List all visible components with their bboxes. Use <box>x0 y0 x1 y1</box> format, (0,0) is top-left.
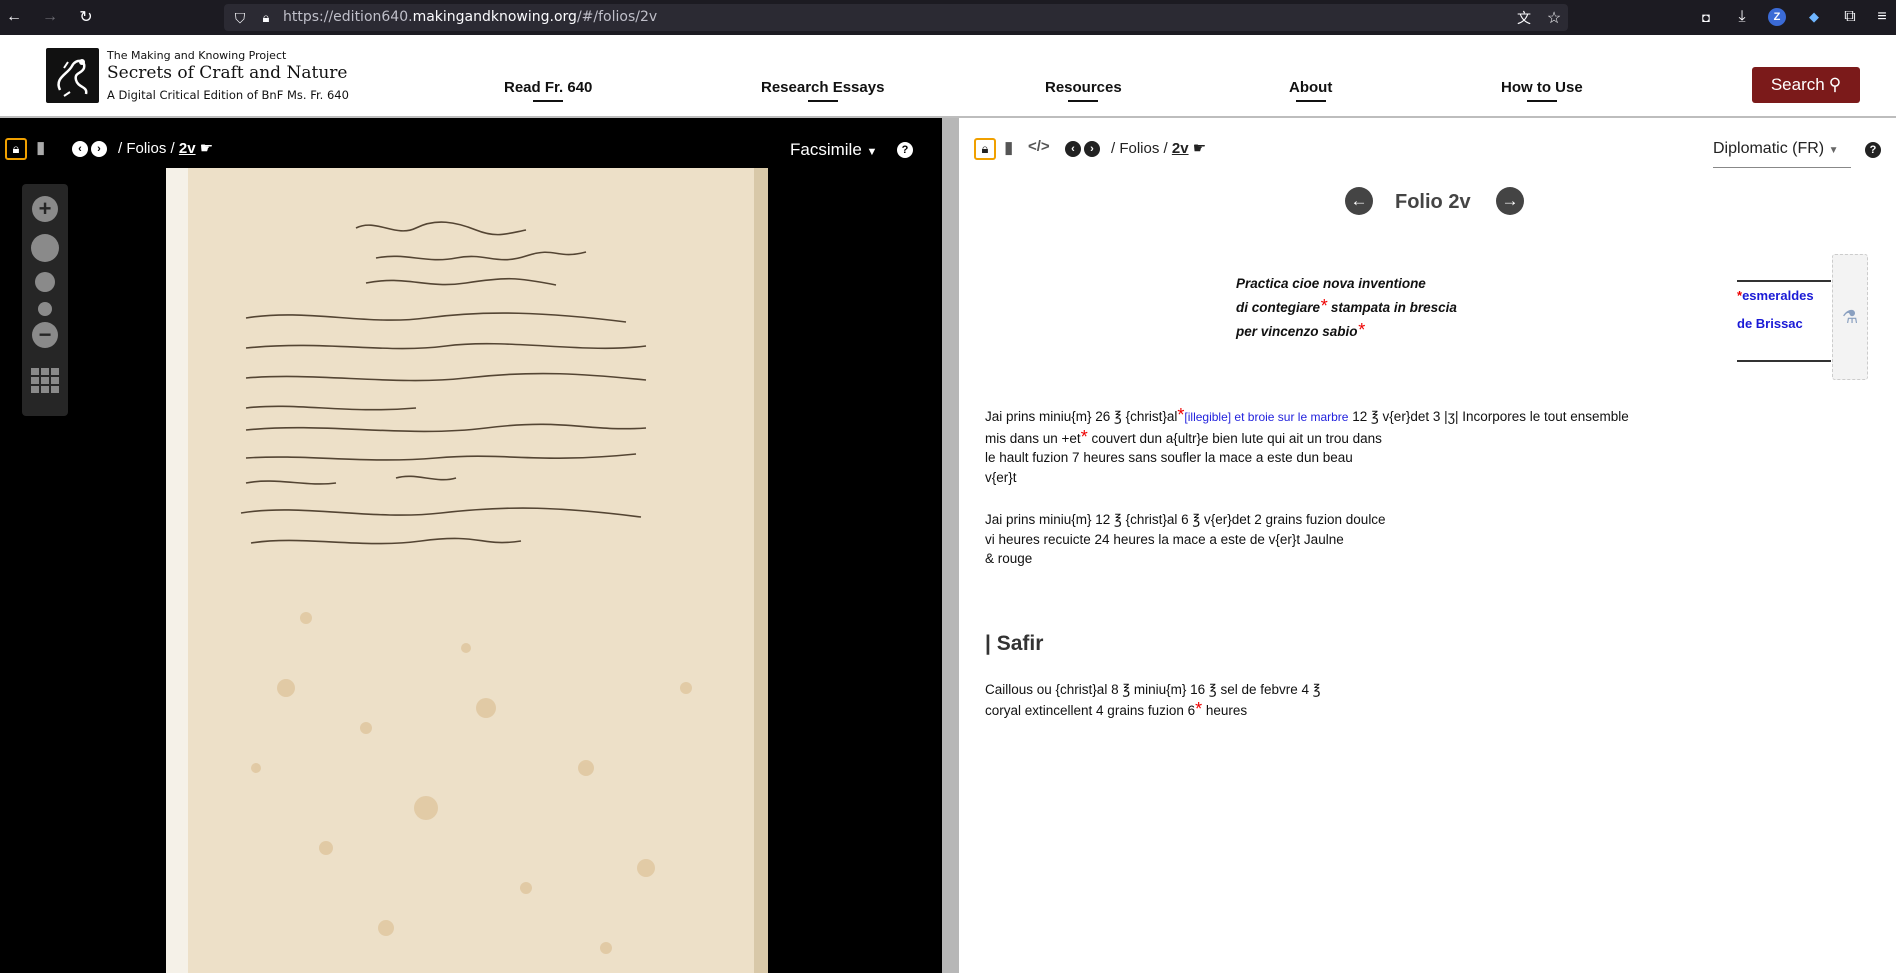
lab-flask-panel[interactable]: ⚗ <box>1832 254 1868 380</box>
folio-heading: Practica cioe nova inventione di contegi… <box>1236 272 1457 343</box>
paragraph-1-line-3: le hault fuzion 7 heures sans soufler la… <box>985 450 1353 465</box>
zoom-level-small[interactable] <box>38 302 52 316</box>
margin-note-line-1[interactable]: *esmeraldes <box>1737 282 1831 310</box>
annotation-asterisk[interactable]: * <box>1320 296 1327 316</box>
nav-read[interactable]: Read Fr. 640 <box>504 79 592 96</box>
chevron-down-icon: ▼ <box>866 146 878 158</box>
prev-folio-icon[interactable]: ‹ <box>1065 141 1081 157</box>
zoom-in-icon[interactable]: + <box>32 196 58 222</box>
book-icon[interactable]: ▮ <box>1004 138 1013 158</box>
search-button[interactable]: Search ⚲ <box>1752 67 1860 103</box>
heading-line-2: di contegiare* stampata in brescia <box>1236 296 1457 316</box>
prev-folio-arrow-icon[interactable]: ← <box>1345 187 1373 215</box>
zoom-level-large[interactable] <box>31 234 59 262</box>
gem-extension-icon[interactable]: ◆ <box>1804 7 1824 27</box>
back-icon[interactable]: ← <box>4 7 24 27</box>
lock-toggle-icon[interactable]: 🔒︎ <box>974 138 996 160</box>
grid-view-icon[interactable] <box>31 368 59 394</box>
folio-current[interactable]: 2v <box>1172 140 1189 157</box>
folio-title: Folio 2v <box>1395 191 1471 213</box>
paragraph-3-line-1: Caillous ou {christ}al 8 ℥ miniu{m} 16 ℥… <box>985 682 1321 697</box>
margin-note-line-2[interactable]: de Brissac <box>1737 310 1831 338</box>
menu-icon[interactable]: ≡ <box>1872 7 1892 27</box>
paragraph-2: Jai prins miniu{m} 12 ℥ {christ}al 6 ℥ v… <box>985 510 1386 569</box>
shield-icon[interactable]: ⛉ <box>230 8 250 28</box>
paragraph-1-line-1: Jai prins miniu{m} 26 ℥ {christ}al*[ille… <box>985 405 1629 425</box>
next-folio-arrow-icon[interactable]: → <box>1496 187 1524 215</box>
dragon-logo-icon[interactable] <box>46 48 99 103</box>
nav-research-essays[interactable]: Research Essays <box>761 79 884 96</box>
zotero-icon[interactable]: Z <box>1768 8 1786 26</box>
annotation-asterisk[interactable]: * <box>1358 320 1365 340</box>
transcription-breadcrumb: / Folios / 2v ☛ <box>1111 139 1206 157</box>
book-icon[interactable]: ▮ <box>36 138 45 158</box>
help-icon[interactable]: ? <box>1865 142 1881 158</box>
project-name: The Making and Knowing Project <box>107 49 287 62</box>
forward-icon[interactable]: → <box>40 7 60 27</box>
paragraph-1-line-2: mis dans un +et* couvert dun a{ultr}e bi… <box>985 426 1382 447</box>
transcription-view-label: Diplomatic (FR) <box>1713 140 1825 157</box>
reload-icon[interactable]: ↻ <box>76 7 96 27</box>
facsimile-view-select[interactable]: Facsimile ▼ <box>790 140 877 160</box>
facsimile-breadcrumb: / Folios / 2v ☛ <box>118 139 213 157</box>
folio-current[interactable]: 2v <box>179 140 196 157</box>
heading-line-3: per vincenzo sabio* <box>1236 320 1365 340</box>
facsimile-pane: 🔒︎ ▮ ‹ › / Folios / 2v ☛ Facsimile ▼ ? +… <box>0 118 942 973</box>
zoom-controls: + − <box>22 184 68 416</box>
chevron-down-icon: ▼ <box>1828 145 1839 156</box>
nav-how-to-use[interactable]: How to Use <box>1501 79 1583 96</box>
search-icon: ⚲ <box>1828 75 1842 94</box>
folios-link[interactable]: / Folios / <box>1111 140 1168 157</box>
next-folio-icon[interactable]: › <box>1084 141 1100 157</box>
zoom-out-icon[interactable]: − <box>32 322 58 348</box>
paragraph-3-line-2: coryal extincellent 4 grains fuzion 6* h… <box>985 698 1248 719</box>
prev-folio-icon[interactable]: ‹ <box>72 141 88 157</box>
star-icon[interactable]: ☆ <box>1544 8 1564 28</box>
transcription-view-select[interactable]: Diplomatic (FR) ▼ <box>1713 140 1851 168</box>
site-subtitle: A Digital Critical Edition of BnF Ms. Fr… <box>107 88 349 102</box>
illegible-note[interactable]: [illegible] et broie sur le marbre <box>1184 410 1348 424</box>
search-label: Search <box>1770 75 1825 94</box>
lock-toggle-icon[interactable]: 🔒︎ <box>5 138 27 160</box>
margin-note: *esmeraldes de Brissac <box>1737 280 1831 362</box>
help-icon[interactable]: ? <box>897 142 913 158</box>
url-text[interactable]: https://edition640.makingandknowing.org/… <box>283 9 657 25</box>
transcription-pane: 🔒︎ ▮ </> ‹ › / Folios / 2v ☛ Diplomatic … <box>959 118 1896 973</box>
next-folio-icon[interactable]: › <box>91 141 107 157</box>
paragraph-1-line-4: v{er}t <box>985 469 1017 485</box>
nav-about[interactable]: About <box>1289 79 1332 96</box>
nav-resources[interactable]: Resources <box>1045 79 1122 96</box>
section-title: | Safir <box>985 632 1044 655</box>
site-header: The Making and Knowing Project Secrets o… <box>0 35 1896 118</box>
translate-icon[interactable]: 文 <box>1514 8 1534 28</box>
code-icon[interactable]: </> <box>1028 138 1050 155</box>
annotation-asterisk[interactable]: * <box>1081 427 1088 447</box>
pane-divider[interactable] <box>942 118 959 973</box>
paragraph-2-line-2: vi heures recuicte 24 heures la mace a e… <box>985 531 1344 547</box>
paragraph-1: Jai prins miniu{m} 26 ℥ {christ}al*[ille… <box>985 405 1629 487</box>
paragraph-2-line-1: Jai prins miniu{m} 12 ℥ {christ}al 6 ℥ v… <box>985 512 1386 527</box>
zoom-level-medium[interactable] <box>35 272 55 292</box>
folio-navigation: ← Folio 2v → <box>1345 187 1527 217</box>
lock-icon[interactable]: 🔒︎ <box>256 8 276 28</box>
pocket-icon[interactable]: ◘ <box>1696 7 1716 27</box>
facsimile-view-label: Facsimile <box>790 140 862 159</box>
extensions-icon[interactable]: ⧉ <box>1840 7 1860 27</box>
browser-toolbar: ← → ↻ ⛉ 🔒︎ 文 ☆ https://edition640.making… <box>0 0 1896 35</box>
jump-hand-icon[interactable]: ☛ <box>1193 140 1206 157</box>
manuscript-image[interactable] <box>166 168 768 973</box>
folios-link[interactable]: / Folios / <box>118 140 175 157</box>
heading-line-1: Practica cioe nova inventione <box>1236 276 1426 291</box>
paragraph-3: Caillous ou {christ}al 8 ℥ miniu{m} 16 ℥… <box>985 680 1321 720</box>
jump-hand-icon[interactable]: ☛ <box>200 140 213 157</box>
flask-icon[interactable]: ⚗ <box>1842 307 1858 328</box>
download-icon[interactable]: ⤓ <box>1732 7 1752 27</box>
paragraph-2-line-3: & rouge <box>985 551 1033 566</box>
site-title[interactable]: Secrets of Craft and Nature <box>107 63 347 83</box>
